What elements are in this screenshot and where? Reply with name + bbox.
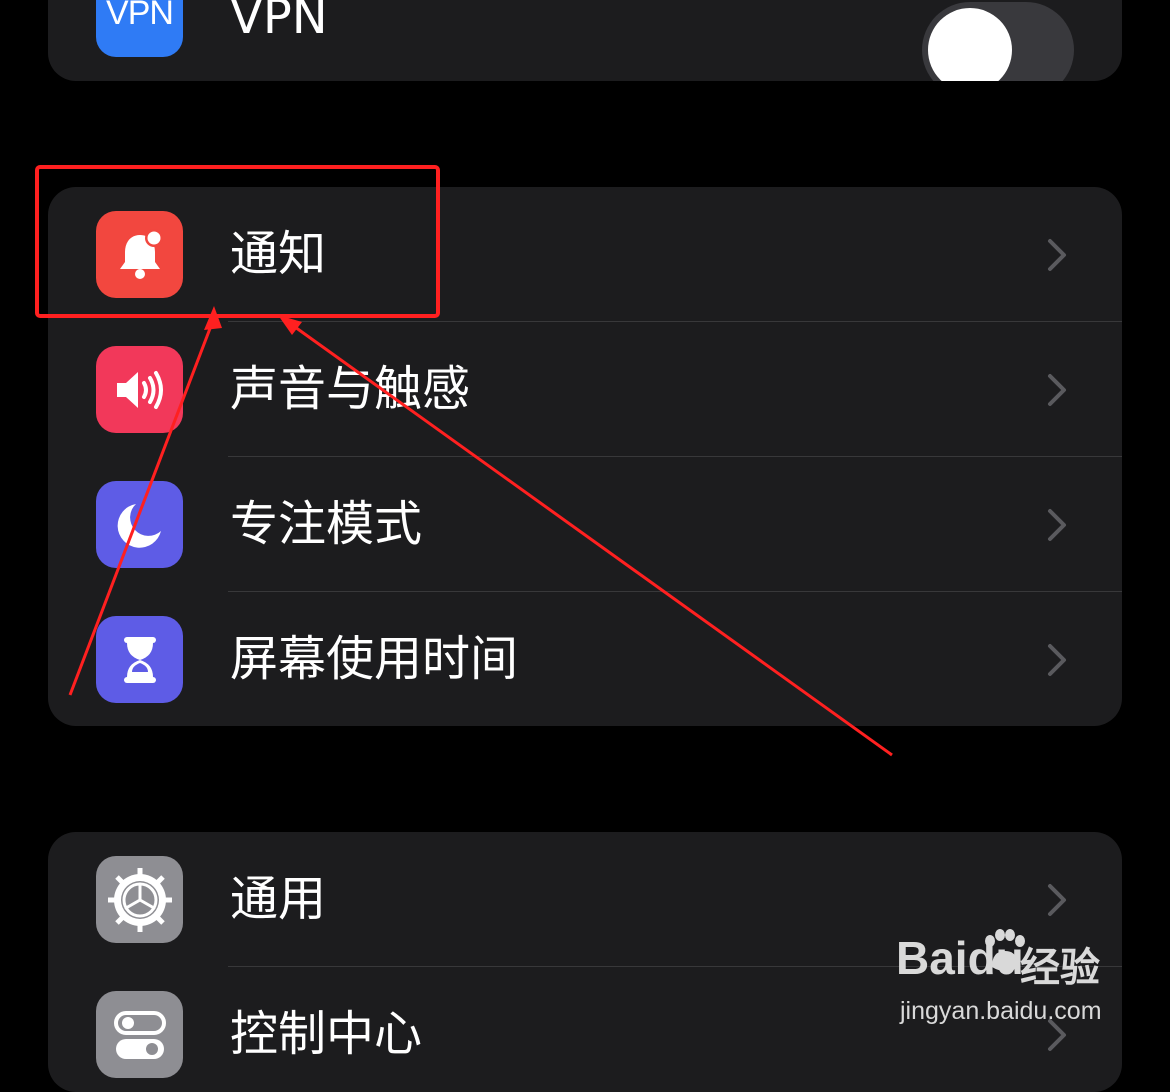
- settings-row-label: 控制中心: [230, 1006, 423, 1062]
- chevron-right-icon: [1048, 643, 1066, 676]
- moon-icon: [96, 481, 183, 568]
- vpn-label: VPN: [230, 0, 328, 45]
- vpn-toggle-knob: [928, 8, 1012, 81]
- settings-row-label: 声音与触感: [230, 361, 471, 417]
- vpn-group: VPN VPN: [48, 0, 1122, 81]
- settings-row-sounds-haptics[interactable]: 声音与触感: [48, 322, 1122, 457]
- settings-row-notifications[interactable]: 通知: [48, 187, 1122, 322]
- chevron-right-icon: [1048, 373, 1066, 406]
- settings-row-label: 通用: [230, 871, 327, 927]
- baidu-watermark: Baidu 经验 jingyan.baidu.com: [896, 925, 1116, 1035]
- bell-icon: [96, 211, 183, 298]
- gear-icon: [96, 856, 183, 943]
- vpn-toggle[interactable]: [922, 2, 1074, 81]
- settings-row-label: 专注模式: [230, 496, 423, 552]
- toggles-icon: [96, 991, 183, 1078]
- chevron-right-icon: [1048, 238, 1066, 271]
- watermark-url: jingyan.baidu.com: [900, 997, 1102, 1025]
- watermark-brand-cn: 经验: [1020, 945, 1100, 991]
- settings-row-screen-time[interactable]: 屏幕使用时间: [48, 592, 1122, 726]
- settings-row-label: 通知: [230, 226, 327, 282]
- speaker-icon: [96, 346, 183, 433]
- vpn-row[interactable]: VPN VPN: [48, 0, 1122, 81]
- settings-row-label: 屏幕使用时间: [230, 631, 519, 687]
- chevron-right-icon: [1048, 883, 1066, 916]
- settings-row-focus[interactable]: 专注模式: [48, 457, 1122, 592]
- watermark-brand: Baidu: [896, 932, 1024, 984]
- chevron-right-icon: [1048, 508, 1066, 541]
- notifications-group: 通知 声音与触感 专注模式 屏幕使用时间: [48, 187, 1122, 726]
- vpn-icon: VPN: [96, 0, 183, 57]
- hourglass-icon: [96, 616, 183, 703]
- vpn-icon-text: VPN: [106, 0, 174, 32]
